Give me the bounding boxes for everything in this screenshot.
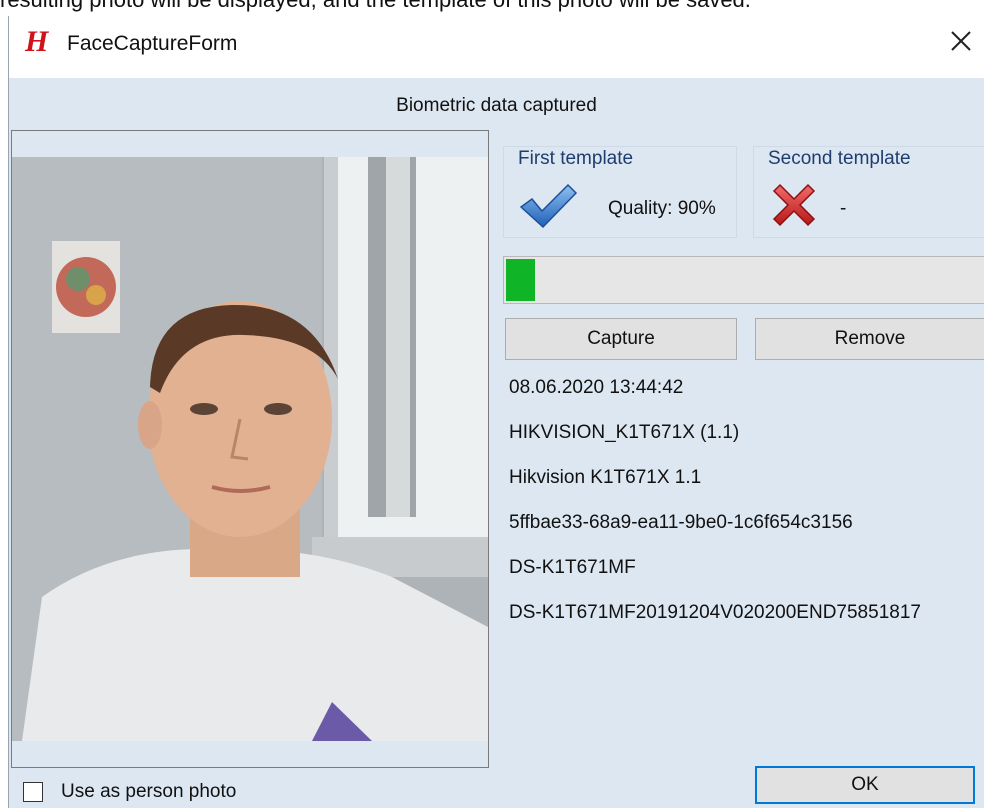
first-template-panel: First template Quality: 90% — [503, 146, 737, 238]
window-title: FaceCaptureForm — [67, 32, 238, 55]
info-timestamp: 08.06.2020 13:44:42 — [509, 377, 684, 398]
use-as-person-photo-label: Use as person photo — [61, 781, 237, 802]
photo-frame — [11, 130, 489, 768]
first-template-title: First template — [518, 148, 634, 169]
close-button[interactable] — [946, 26, 976, 56]
checkmark-icon — [519, 183, 578, 229]
use-as-person-photo-row[interactable]: Use as person photo — [23, 778, 236, 806]
close-icon — [951, 31, 971, 51]
info-guid: 5ffbae33-68a9-ea11-9be0-1c6f654c3156 — [509, 512, 853, 533]
capture-button[interactable]: Capture — [505, 318, 737, 360]
second-template-title: Second template — [768, 148, 911, 169]
remove-button[interactable]: Remove — [755, 318, 984, 360]
first-template-quality: Quality: 90% — [608, 198, 716, 219]
info-serial: DS-K1T671MF20191204V020200END75851817 — [509, 602, 921, 623]
second-template-quality: - — [840, 198, 847, 219]
page-caption: resulting photo will be displayed, and t… — [0, 0, 984, 14]
status-text: Biometric data captured — [396, 95, 597, 116]
info-model-code: DS-K1T671MF — [509, 557, 636, 578]
face-capture-window: H FaceCaptureForm Biometric data capture… — [8, 16, 984, 808]
red-x-icon — [772, 183, 816, 227]
capture-progress-bar — [503, 256, 984, 304]
capture-progress-fill — [506, 259, 535, 301]
app-logo: H — [25, 25, 49, 58]
second-template-panel: Second template - — [753, 146, 984, 238]
captured-photo — [12, 157, 488, 741]
title-bar: H FaceCaptureForm — [9, 16, 984, 78]
ok-button[interactable]: OK — [755, 766, 975, 804]
use-as-person-photo-checkbox[interactable] — [23, 782, 43, 802]
info-device-id: HIKVISION_K1T671X (1.1) — [509, 422, 740, 443]
info-device-model: Hikvision K1T671X 1.1 — [509, 467, 702, 488]
